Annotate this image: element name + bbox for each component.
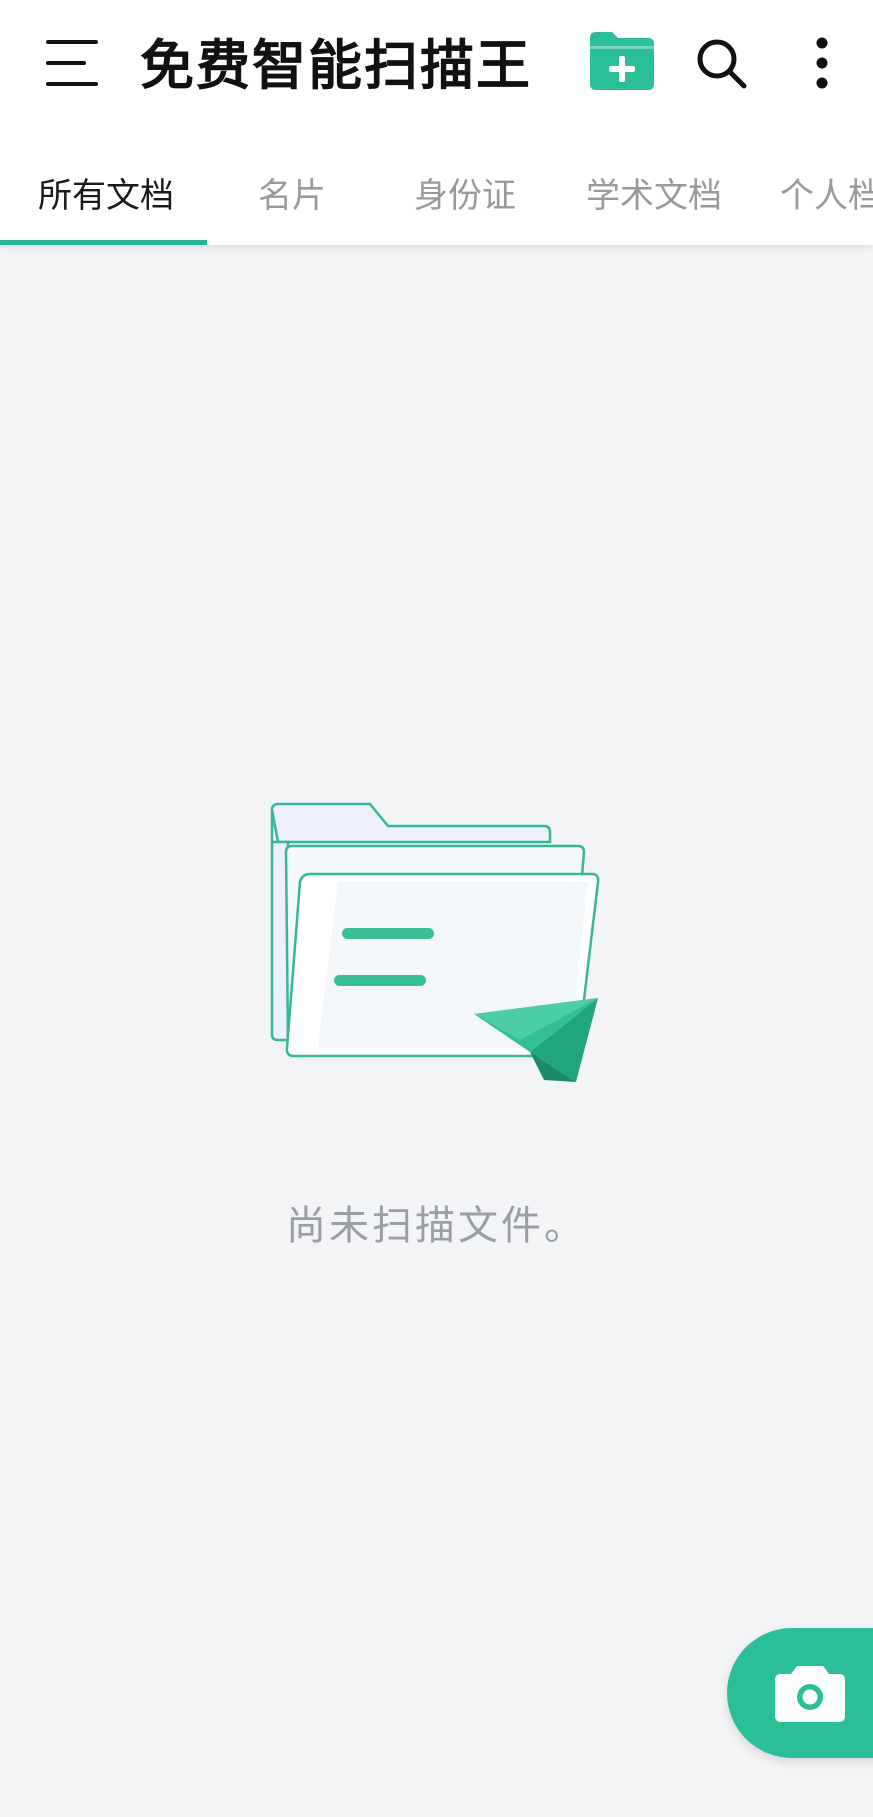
tab-academic-documents[interactable]: 学术文档 xyxy=(586,172,722,220)
new-folder-button[interactable] xyxy=(586,28,658,94)
menu-icon-bar xyxy=(46,61,86,65)
menu-button[interactable] xyxy=(46,40,98,86)
search-button[interactable] xyxy=(694,36,748,90)
tab-business-cards[interactable]: 名片 xyxy=(258,172,326,220)
empty-state-illustration xyxy=(258,790,608,1090)
more-vertical-icon xyxy=(816,37,828,89)
app-title: 免费智能扫描王 xyxy=(140,34,532,97)
menu-icon-bar xyxy=(46,40,98,44)
tab-all-documents[interactable]: 所有文档 xyxy=(38,172,174,220)
tab-id-card[interactable]: 身份证 xyxy=(414,172,516,220)
folder-plus-icon xyxy=(590,32,654,90)
empty-folder-paper-plane-illustration xyxy=(270,802,600,1082)
more-options-button[interactable] xyxy=(808,36,836,90)
search-icon xyxy=(697,39,747,89)
category-tabs: 所有文档 名片 身份证 学术文档 个人档 xyxy=(0,160,873,245)
tab-personal-files[interactable]: 个人档 xyxy=(780,172,873,220)
active-tab-indicator xyxy=(0,240,207,245)
menu-icon-bar xyxy=(46,82,98,86)
camera-icon xyxy=(775,1666,845,1722)
app-bar: 免费智能扫描王 所有文档 名片 身份证 学术文档 个人档 xyxy=(0,0,873,245)
empty-state-message: 尚未扫描文件。 xyxy=(286,1203,587,1249)
scan-camera-button[interactable] xyxy=(727,1628,873,1758)
